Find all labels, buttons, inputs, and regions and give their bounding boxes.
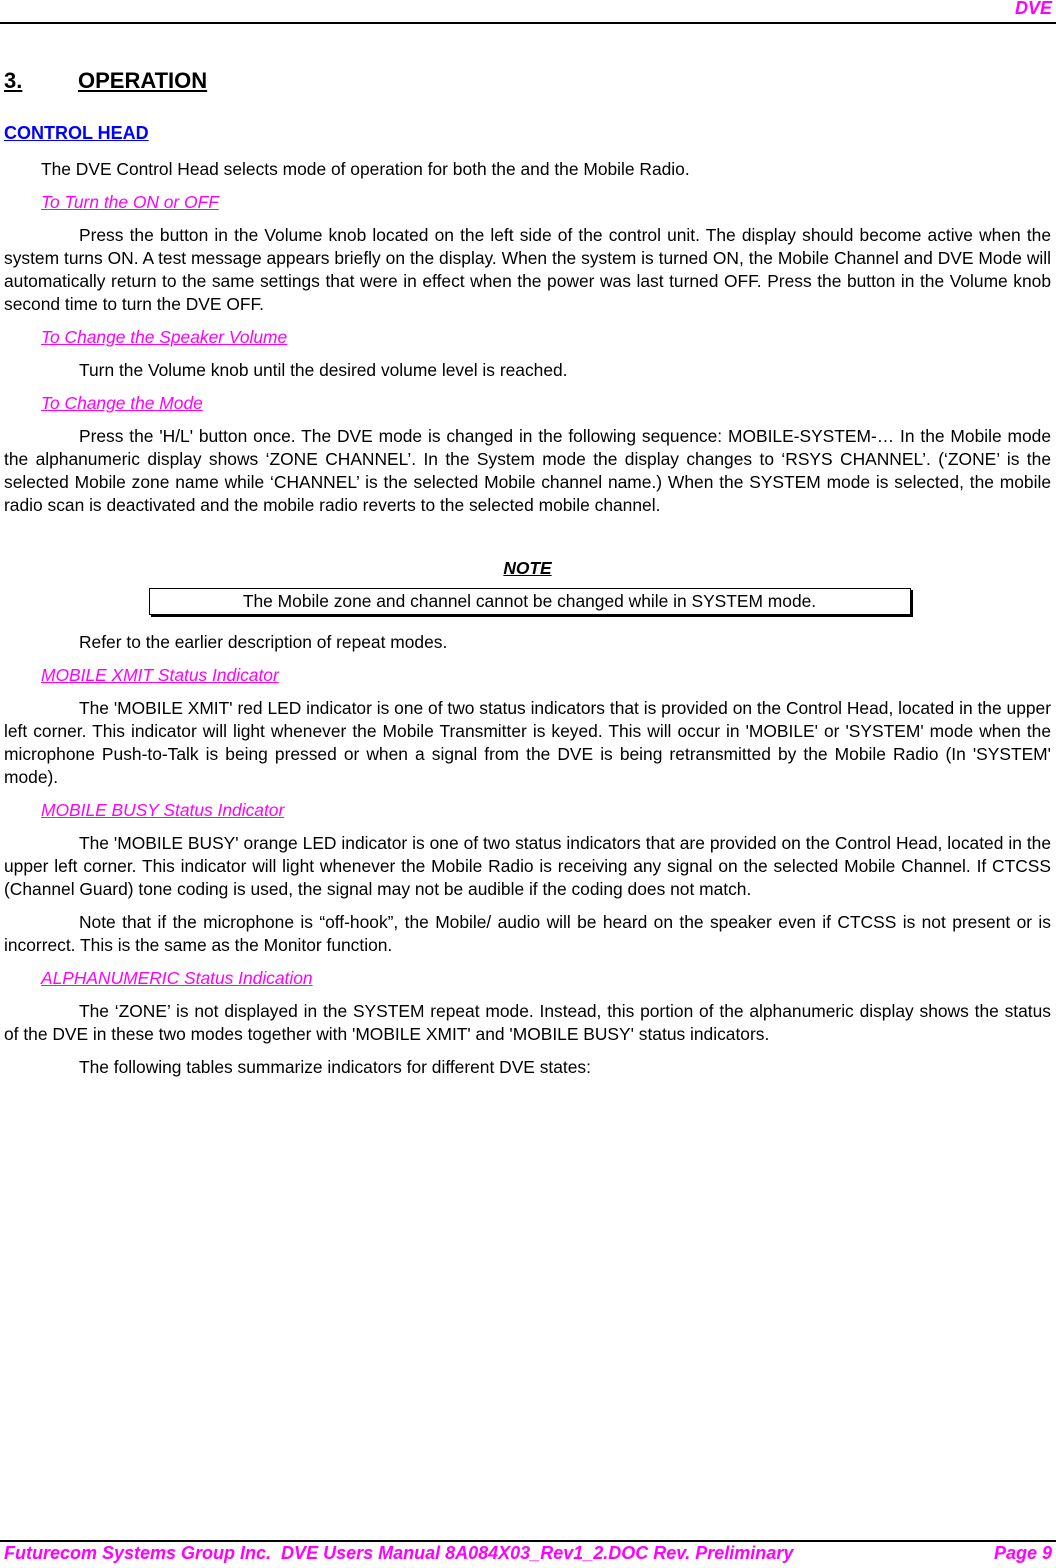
header-title: DVE xyxy=(1014,0,1052,18)
document-body: The DVE Control Head selects mode of ope… xyxy=(4,150,1051,1089)
chapter-heading: 3. OPERATION xyxy=(4,68,207,94)
note-box: The Mobile zone and channel cannot be ch… xyxy=(148,588,911,615)
subheading-alphanumeric: ALPHANUMERIC Status Indication xyxy=(41,968,313,988)
note-title: NOTE xyxy=(503,558,552,578)
subheading-mobile-xmit: MOBILE XMIT Status Indicator xyxy=(41,665,279,685)
paragraph-mobile-busy: The 'MOBILE BUSY' orange LED indicator i… xyxy=(4,833,1051,899)
paragraph-alphanumeric: The ‘ZONE’ is not displayed in the SYSTE… xyxy=(4,1001,1051,1044)
paragraph-mobile-xmit: The 'MOBILE XMIT' red LED indicator is o… xyxy=(4,698,1051,787)
subheading-mobile-busy: MOBILE BUSY Status Indicator xyxy=(41,800,285,820)
paragraph-speaker-volume: Turn the Volume knob until the desired v… xyxy=(79,360,568,380)
footer-document-info: Futurecom Systems Group Inc. DVE Users M… xyxy=(4,1543,794,1563)
paragraph-off-hook: Note that if the microphone is “off-hook… xyxy=(4,912,1051,955)
subheading-change-mode: To Change the Mode xyxy=(41,393,203,413)
chapter-title: OPERATION xyxy=(78,68,208,93)
subheading-turn-on-off: To Turn the ON or OFF xyxy=(41,192,219,212)
paragraph-turn-on-off: Press the button in the Volume knob loca… xyxy=(4,225,1051,314)
paragraph-change-mode: Press the 'H/L' button once. The DVE mod… xyxy=(4,426,1051,515)
page-footer: Futurecom Systems Group Inc. DVE Users M… xyxy=(0,1540,1056,1563)
subheading-speaker-volume: To Change the Speaker Volume xyxy=(41,327,288,347)
footer-page-number: Page 9 xyxy=(993,1543,1052,1563)
paragraph-repeat-modes: Refer to the earlier description of repe… xyxy=(79,632,448,652)
intro-paragraph: The DVE Control Head selects mode of ope… xyxy=(41,159,690,179)
chapter-number: 3. xyxy=(4,68,23,93)
paragraph-tables-summary: The following tables summarize indicator… xyxy=(79,1057,591,1077)
page-header: DVE xyxy=(0,0,1056,24)
section-heading: CONTROL HEAD xyxy=(4,123,149,143)
